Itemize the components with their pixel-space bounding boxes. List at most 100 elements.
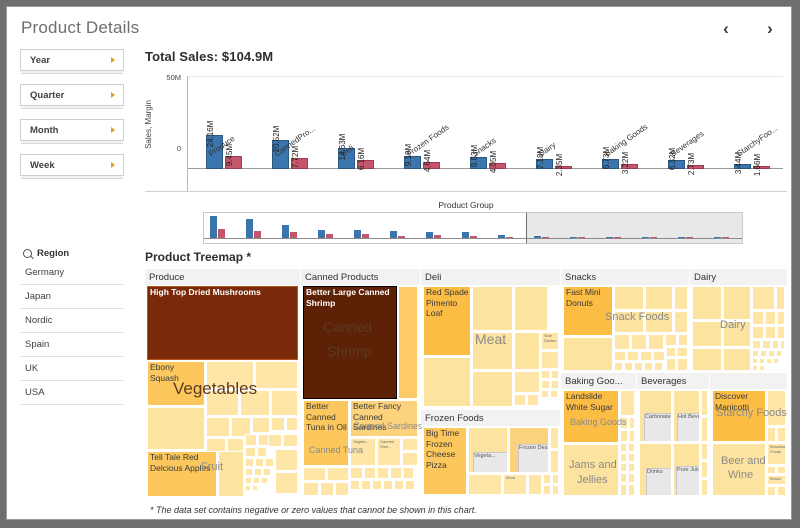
treemap-tile[interactable] <box>752 350 759 357</box>
treemap-tile[interactable] <box>674 286 688 310</box>
treemap-tile[interactable] <box>765 311 776 325</box>
treemap-tile[interactable] <box>364 467 376 479</box>
treemap-tile[interactable] <box>645 311 673 333</box>
treemap-tile[interactable] <box>628 453 635 462</box>
treemap-tile[interactable] <box>405 480 415 490</box>
treemap-tile[interactable] <box>765 326 776 339</box>
treemap-tile[interactable] <box>614 311 644 333</box>
treemap-tile[interactable] <box>648 334 664 350</box>
treemap-tile[interactable] <box>514 394 526 406</box>
treemap-tile[interactable] <box>777 466 786 474</box>
treemap-tile[interactable] <box>398 286 418 399</box>
treemap-tile[interactable] <box>614 286 644 310</box>
bar-sales[interactable]: 3.44M <box>734 152 751 174</box>
product-treemap[interactable]: Produce High Top Dried Mushrooms Ebony S… <box>145 269 787 497</box>
treemap-tile[interactable] <box>766 358 772 364</box>
treemap-tile[interactable] <box>723 348 751 371</box>
treemap-tile[interactable] <box>692 321 722 347</box>
treemap-tile[interactable]: Breakfast Foods <box>767 443 786 465</box>
treemap-tile[interactable] <box>265 458 274 467</box>
bar-sales[interactable]: 7.18M <box>536 147 553 169</box>
treemap-tile[interactable] <box>777 311 785 325</box>
treemap-tile[interactable] <box>773 358 779 364</box>
treemap-tile[interactable] <box>563 337 613 371</box>
bar-margin[interactable]: 2.73M <box>687 153 704 175</box>
treemap-tile[interactable]: Ebony Squash <box>147 361 205 406</box>
treemap-tile[interactable] <box>543 474 551 484</box>
treemap-tile[interactable]: Red Spade Pimento Loaf <box>423 286 471 356</box>
treemap-group-canned-products[interactable]: Canned Products Better Large Canned Shri… <box>301 269 423 497</box>
treemap-tile[interactable]: Canned Shel... <box>377 438 401 466</box>
treemap-tile[interactable] <box>777 326 785 339</box>
treemap-tile[interactable] <box>752 365 758 371</box>
treemap-tile[interactable]: Better Large Canned Shrimp <box>303 286 397 399</box>
treemap-tile[interactable] <box>767 466 776 474</box>
list-item[interactable]: Germany <box>20 261 124 285</box>
treemap-tile[interactable] <box>402 452 418 466</box>
treemap-tile[interactable] <box>666 347 676 357</box>
bar-margin[interactable]: 7.72M <box>291 146 308 169</box>
treemap-tile[interactable] <box>361 480 371 490</box>
bar-margin[interactable]: 4.64M <box>423 150 440 173</box>
treemap-tile[interactable]: Fast Mini Donuts <box>563 286 613 336</box>
treemap-group-starchy-foods[interactable]: Discover Manicotti Breakfast Foods Bread… <box>710 373 787 497</box>
treemap-tile[interactable] <box>390 467 402 479</box>
bar-group[interactable]: 7.18M 2.35M <box>536 147 572 176</box>
chart-range-scrollbar[interactable] <box>203 212 743 244</box>
treemap-tile[interactable] <box>628 463 635 472</box>
list-item[interactable]: Nordic <box>20 309 124 333</box>
bar-group[interactable]: 6.73M 3.22M <box>602 147 638 175</box>
treemap-tile[interactable] <box>286 417 298 431</box>
treemap-tile[interactable] <box>759 358 765 364</box>
treemap-tile[interactable]: Big Time Frozen Cheese Pizza <box>423 427 467 495</box>
treemap-tile[interactable] <box>550 427 559 449</box>
treemap-tile[interactable] <box>620 463 627 472</box>
treemap-tile[interactable] <box>402 438 418 451</box>
treemap-tile[interactable] <box>627 351 639 361</box>
treemap-tile[interactable] <box>628 473 635 483</box>
treemap-tile[interactable] <box>614 362 623 371</box>
treemap-tile[interactable] <box>253 477 260 484</box>
treemap-tile[interactable] <box>767 486 776 496</box>
treemap-tile[interactable] <box>383 480 393 490</box>
treemap-tile[interactable] <box>620 453 627 462</box>
treemap-tile[interactable] <box>206 417 230 437</box>
treemap-tile[interactable] <box>206 390 239 416</box>
treemap-tile[interactable] <box>620 417 628 429</box>
treemap-tile[interactable]: Tell Tale Red Delcious Apples <box>147 451 217 497</box>
treemap-tile[interactable] <box>394 480 404 490</box>
treemap-tile[interactable] <box>777 427 786 442</box>
treemap-tile[interactable] <box>628 443 635 452</box>
treemap-tile[interactable] <box>550 450 559 473</box>
treemap-tile[interactable] <box>283 434 298 447</box>
treemap-tile[interactable] <box>218 451 244 497</box>
treemap-tile[interactable] <box>514 286 548 331</box>
treemap-tile[interactable] <box>701 461 708 478</box>
treemap-tile[interactable] <box>372 480 382 490</box>
list-item[interactable]: Spain <box>20 333 124 357</box>
treemap-tile[interactable] <box>701 390 708 416</box>
chevron-left-icon[interactable]: ‹ <box>715 17 737 39</box>
treemap-tile[interactable] <box>620 430 628 442</box>
treemap-tile[interactable] <box>472 286 513 331</box>
treemap-tile[interactable] <box>245 447 256 457</box>
treemap-tile[interactable] <box>527 394 539 406</box>
treemap-tile[interactable] <box>245 434 257 446</box>
treemap-tile[interactable] <box>350 480 360 490</box>
treemap-tile[interactable] <box>541 351 559 369</box>
treemap-tile[interactable] <box>752 340 761 349</box>
treemap-tile[interactable] <box>614 334 630 350</box>
treemap-tile[interactable] <box>628 484 635 496</box>
treemap-tile[interactable] <box>631 334 647 350</box>
treemap-tile[interactable] <box>776 350 782 357</box>
treemap-tile[interactable]: Better Fancy Canned Sardines <box>350 400 418 437</box>
treemap-tile[interactable] <box>335 482 349 496</box>
treemap-tile[interactable] <box>514 332 540 370</box>
treemap-tile[interactable] <box>245 485 251 491</box>
bar-margin[interactable]: 3.22M <box>621 152 638 175</box>
treemap-tile[interactable] <box>541 390 549 398</box>
list-item[interactable]: Japan <box>20 285 124 309</box>
treemap-tile[interactable]: Better Canned Tuna in Oil <box>303 400 349 466</box>
bar-margin[interactable]: 9.45M <box>225 143 242 169</box>
treemap-tile[interactable] <box>275 449 298 471</box>
